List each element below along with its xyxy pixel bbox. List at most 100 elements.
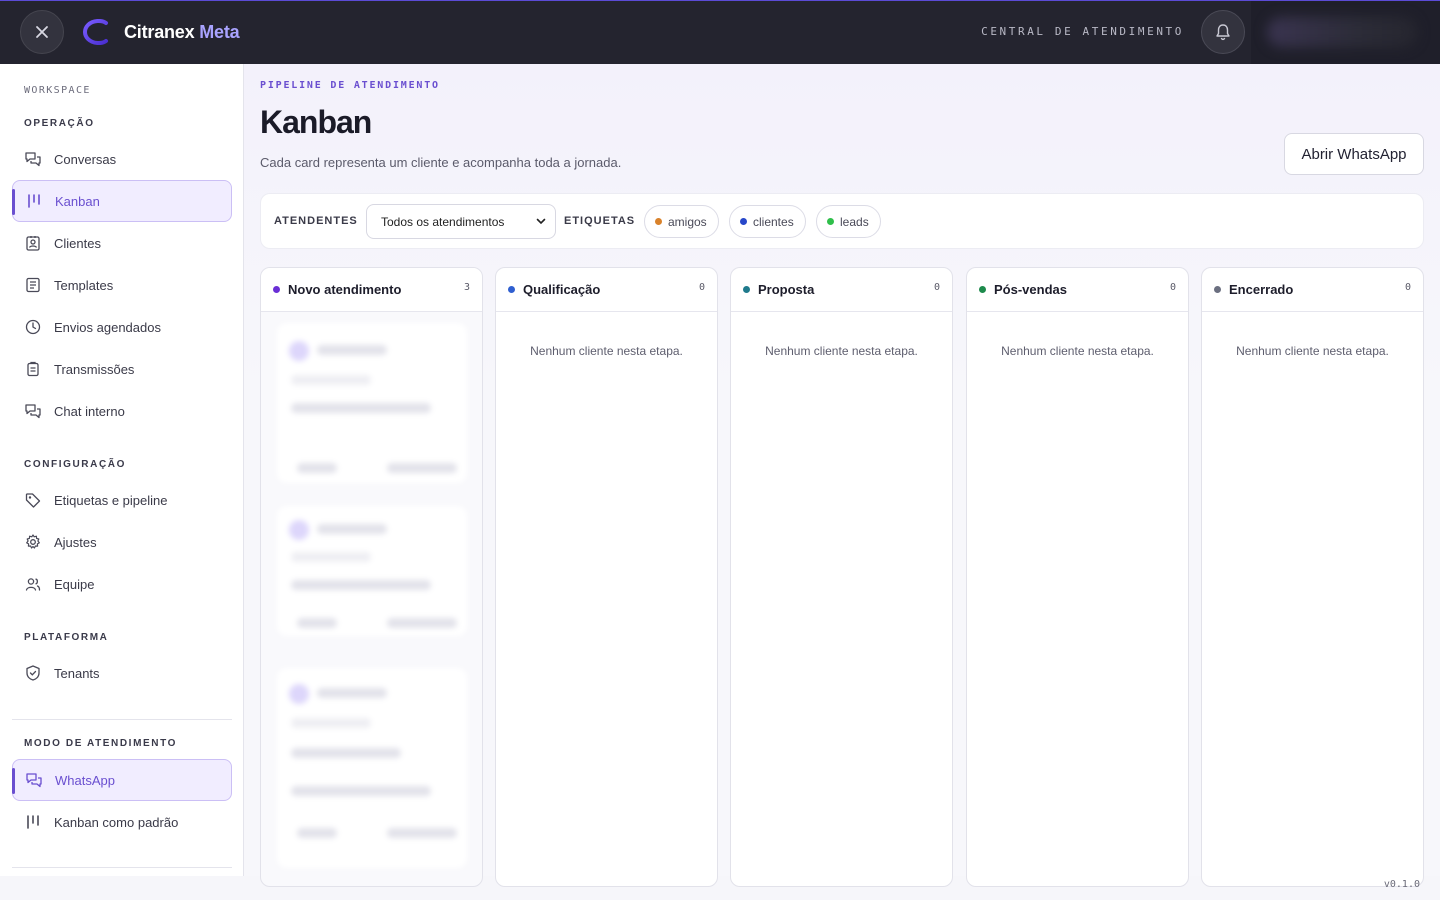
sidebar-item-templates[interactable]: Templates	[12, 264, 232, 306]
chevron-down-icon	[536, 218, 546, 225]
clock-icon	[25, 319, 41, 335]
column-dot	[743, 286, 750, 293]
kanban-column-pos-vendas: Pós-vendas 0 Nenhum cliente nesta etapa.	[966, 267, 1189, 887]
column-empty-message: Nenhum cliente nesta etapa.	[530, 344, 683, 358]
kanban-icon	[27, 815, 39, 829]
mode-item-kanban-padrao[interactable]: Kanban como padrão	[12, 801, 232, 843]
close-icon	[36, 26, 48, 38]
tag-label: amigos	[668, 214, 707, 229]
etiquetas-label: ETIQUETAS	[564, 215, 636, 227]
tag-dot	[740, 218, 747, 225]
column-header: Qualificação 0	[496, 268, 717, 312]
client-card-blurred[interactable]	[277, 323, 467, 483]
section-plataforma: PLATAFORMA	[24, 632, 109, 643]
clipboard-icon	[27, 361, 39, 377]
sidebar-item-clientes[interactable]: Clientes	[12, 222, 232, 264]
shield-check-icon	[26, 665, 40, 681]
tag-chip-clientes[interactable]: clientes	[729, 205, 806, 238]
tag-dot	[655, 218, 662, 225]
sidebar-item-label: WhatsApp	[55, 772, 115, 788]
atendentes-select[interactable]: Todos os atendimentos	[366, 204, 556, 239]
tag-label: leads	[840, 214, 869, 229]
column-empty-message: Nenhum cliente nesta etapa.	[1001, 344, 1154, 358]
tag-chip-amigos[interactable]: amigos	[644, 205, 719, 238]
sidebar-item-conversas[interactable]: Conversas	[12, 138, 232, 180]
tag-dot	[827, 218, 834, 225]
sidebar-item-envios[interactable]: Envios agendados	[12, 306, 232, 348]
filters-bar: ATENDENTES Todos os atendimentos ETIQUET…	[260, 193, 1424, 249]
column-count: 0	[933, 282, 940, 293]
sidebar-item-transmissoes[interactable]: Transmissões	[12, 348, 232, 390]
gear-icon	[26, 534, 40, 549]
sidebar-item-tenants[interactable]: Tenants	[12, 652, 232, 694]
kanban-column-proposta: Proposta 0 Nenhum cliente nesta etapa.	[730, 267, 953, 887]
client-card-blurred[interactable]	[277, 506, 467, 636]
sidebar-item-label: Kanban	[55, 193, 100, 209]
bell-icon	[1216, 24, 1230, 41]
tag-chip-leads[interactable]: leads	[816, 205, 881, 238]
sidebar-item-label: Clientes	[54, 235, 101, 251]
chat-bubbles-icon	[26, 773, 42, 788]
column-title: Encerrado	[1229, 282, 1294, 297]
column-title: Proposta	[758, 282, 815, 297]
sidebar-item-label: Conversas	[54, 151, 117, 167]
mode-item-whatsapp[interactable]: WhatsApp	[12, 759, 232, 801]
column-count: 0	[698, 282, 705, 293]
sidebar-item-label: Tenants	[54, 665, 100, 681]
sidebar-item-label: Kanban como padrão	[54, 814, 179, 830]
close-button[interactable]	[20, 10, 64, 54]
tag-label: clientes	[753, 214, 794, 229]
central-label: CENTRAL DE ATENDIMENTO	[981, 25, 1184, 38]
page-subtitle: Cada card representa um cliente e acompa…	[260, 155, 622, 170]
page-eyebrow: PIPELINE DE ATENDIMENTO	[260, 80, 440, 91]
brand-name: Citranex Meta	[124, 21, 240, 42]
sidebar-item-label: Ajustes	[54, 534, 97, 550]
kanban-column-encerrado: Encerrado 0 Nenhum cliente nesta etapa.	[1201, 267, 1424, 887]
kanban-icon	[28, 194, 40, 208]
column-dot	[273, 286, 280, 293]
column-dot	[1214, 286, 1221, 293]
section-configuracao: CONFIGURAÇÃO	[24, 459, 126, 470]
brand[interactable]: Citranex Meta	[82, 19, 240, 45]
open-whatsapp-button[interactable]: Abrir WhatsApp	[1284, 133, 1424, 175]
main-content: PIPELINE DE ATENDIMENTO Kanban Cada card…	[244, 64, 1440, 887]
sidebar-divider	[12, 867, 232, 868]
sidebar-item-ajustes[interactable]: Ajustes	[12, 521, 232, 563]
column-empty-message: Nenhum cliente nesta etapa.	[765, 344, 918, 358]
template-icon	[26, 277, 40, 293]
column-count: 3	[463, 282, 470, 293]
column-header: Pós-vendas 0	[967, 268, 1188, 312]
client-card-blurred[interactable]	[277, 668, 467, 868]
page-title: Kanban	[260, 104, 372, 140]
workspace-label: WORKSPACE	[24, 85, 91, 96]
column-dot	[979, 286, 986, 293]
atendentes-label: ATENDENTES	[274, 215, 358, 227]
sidebar-item-label: Etiquetas e pipeline	[54, 492, 168, 508]
section-operacao: OPERAÇÃO	[24, 118, 95, 129]
chat-bubbles-icon	[25, 404, 41, 419]
users-icon	[25, 578, 41, 591]
column-empty-message: Nenhum cliente nesta etapa.	[1236, 344, 1389, 358]
top-bar: Citranex Meta CENTRAL DE ATENDIMENTO	[0, 0, 1440, 65]
sidebar-item-label: Envios agendados	[54, 319, 161, 335]
tag-icon	[25, 493, 41, 508]
sidebar: WORKSPACE OPERAÇÃO Conversas Kanban Clie…	[0, 64, 244, 876]
kanban-column-qualificacao: Qualificação 0 Nenhum cliente nesta etap…	[495, 267, 718, 887]
section-modo-atendimento: MODO DE ATENDIMENTO	[24, 738, 177, 749]
brand-logo-icon	[83, 19, 108, 45]
sidebar-item-equipe[interactable]: Equipe	[12, 563, 232, 605]
column-count: 0	[1169, 282, 1176, 293]
column-header: Encerrado 0	[1202, 268, 1423, 312]
column-header: Proposta 0	[731, 268, 952, 312]
sidebar-item-kanban[interactable]: Kanban	[12, 180, 232, 222]
column-title: Qualificação	[523, 282, 601, 297]
sidebar-item-chat-interno[interactable]: Chat interno	[12, 390, 232, 432]
user-menu[interactable]	[1251, 1, 1440, 65]
user-avatar-blurred	[1267, 17, 1417, 47]
sidebar-item-etiquetas[interactable]: Etiquetas e pipeline	[12, 479, 232, 521]
sidebar-divider	[12, 719, 232, 720]
contact-card-icon	[26, 236, 40, 251]
sidebar-item-label: Templates	[54, 277, 114, 293]
notifications-button[interactable]	[1201, 10, 1245, 54]
sidebar-item-label: Equipe	[54, 576, 95, 592]
